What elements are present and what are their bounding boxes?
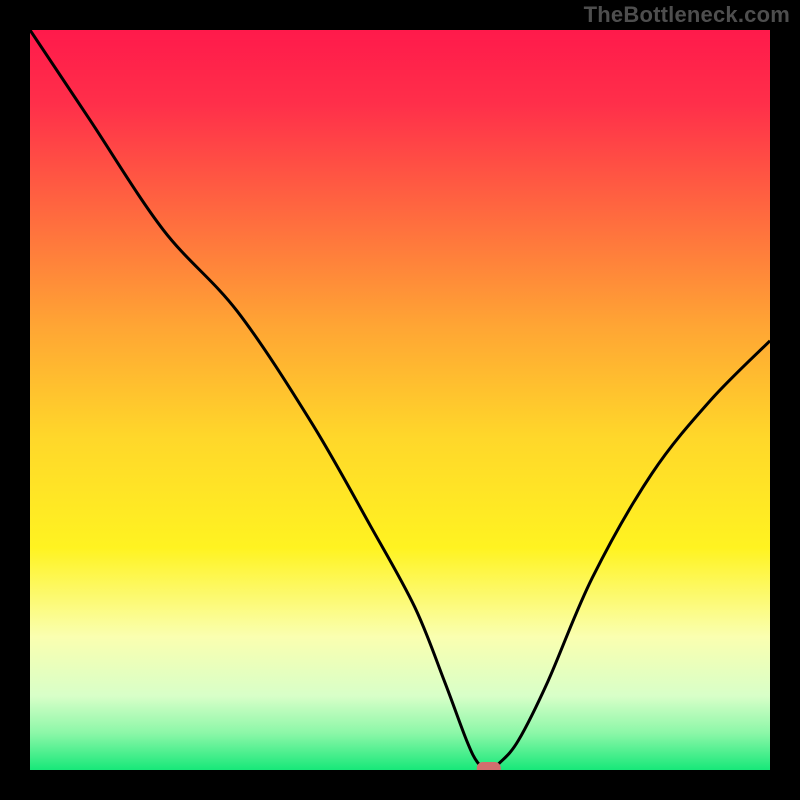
plot-area <box>30 30 770 770</box>
chart-frame: TheBottleneck.com <box>0 0 800 800</box>
gradient-background <box>30 30 770 770</box>
optimal-point-marker <box>477 762 501 770</box>
watermark-text: TheBottleneck.com <box>584 2 790 28</box>
bottleneck-chart <box>30 30 770 770</box>
